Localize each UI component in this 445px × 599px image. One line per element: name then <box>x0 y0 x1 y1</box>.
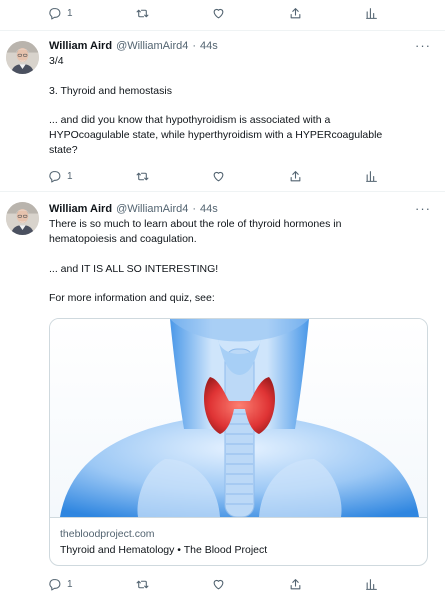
reply-icon <box>48 170 61 183</box>
retweet-icon <box>136 7 149 20</box>
tweet-text-line: 3/4 <box>49 55 64 67</box>
retweet-button[interactable] <box>136 7 149 20</box>
top-action-bar: 1 <box>48 4 378 22</box>
tweet-text-line: HYPOcoagulable state, while hyperthyroid… <box>49 129 383 141</box>
tweet-text-line: There is so much to learn about the role… <box>49 218 342 230</box>
author-name[interactable]: William Aird <box>49 40 112 52</box>
like-button[interactable] <box>212 7 225 20</box>
tweet-text-line: For more information and quiz, see: <box>49 292 215 304</box>
reply-icon <box>48 578 61 591</box>
retweet-button[interactable] <box>136 170 149 183</box>
analytics-icon <box>365 578 378 591</box>
analytics-icon <box>365 170 378 183</box>
like-icon <box>212 578 225 591</box>
share-button[interactable] <box>289 7 302 20</box>
tweet-header: William Aird @WilliamAird4 · 44s <box>49 203 218 215</box>
reply-button[interactable]: 1 <box>48 170 73 183</box>
reply-count: 1 <box>67 7 73 19</box>
like-icon <box>212 7 225 20</box>
separator: · <box>192 203 197 215</box>
tweet-action-bar: 1 <box>48 575 378 593</box>
tweet-action-bar: 1 <box>48 167 378 185</box>
reply-button[interactable]: 1 <box>48 578 73 591</box>
share-button[interactable] <box>289 170 302 183</box>
tweet-text-line: ... and did you know that hypothyroidism… <box>49 114 331 126</box>
share-icon <box>289 578 302 591</box>
analytics-button[interactable] <box>365 578 378 591</box>
reply-button[interactable]: 1 <box>48 7 73 20</box>
card-meta: thebloodproject.com Thyroid and Hematolo… <box>50 517 427 565</box>
reply-count: 1 <box>67 170 73 182</box>
share-icon <box>289 170 302 183</box>
more-icon[interactable]: ··· <box>415 202 431 215</box>
tweet-header: William Aird @WilliamAird4 · 44s <box>49 40 218 52</box>
analytics-button[interactable] <box>365 170 378 183</box>
separator: · <box>192 40 197 52</box>
tweet-text-line: 3. Thyroid and hemostasis <box>49 85 172 97</box>
card-domain: thebloodproject.com <box>60 528 155 540</box>
avatar[interactable] <box>6 41 39 74</box>
analytics-button[interactable] <box>365 7 378 20</box>
avatar-image <box>6 202 39 235</box>
card-title[interactable]: Thyroid and Hematology • The Blood Proje… <box>60 544 267 556</box>
analytics-icon <box>365 7 378 20</box>
more-icon[interactable]: ··· <box>415 39 431 52</box>
share-icon <box>289 7 302 20</box>
like-button[interactable] <box>212 170 225 183</box>
thyroid-illustration <box>50 319 427 517</box>
timestamp[interactable]: 44s <box>200 40 218 52</box>
tweet-text-line: state? <box>49 144 78 156</box>
retweet-icon <box>136 170 149 183</box>
share-button[interactable] <box>289 578 302 591</box>
author-handle[interactable]: @WilliamAird4 <box>116 203 188 215</box>
link-card[interactable]: thebloodproject.com Thyroid and Hematolo… <box>49 318 428 566</box>
retweet-button[interactable] <box>136 578 149 591</box>
tweet-text-line: hematopoiesis and coagulation. <box>49 233 197 245</box>
like-button[interactable] <box>212 578 225 591</box>
retweet-icon <box>136 578 149 591</box>
reply-count: 1 <box>67 578 73 590</box>
timestamp[interactable]: 44s <box>200 203 218 215</box>
avatar-image <box>6 41 39 74</box>
avatar[interactable] <box>6 202 39 235</box>
tweet[interactable]: William Aird @WilliamAird4 · 44s ··· 3/4… <box>0 31 445 191</box>
author-handle[interactable]: @WilliamAird4 <box>116 40 188 52</box>
tweet-text-line: ... and IT IS ALL SO INTERESTING! <box>49 263 219 275</box>
like-icon <box>212 170 225 183</box>
reply-icon <box>48 7 61 20</box>
author-name[interactable]: William Aird <box>49 203 112 215</box>
